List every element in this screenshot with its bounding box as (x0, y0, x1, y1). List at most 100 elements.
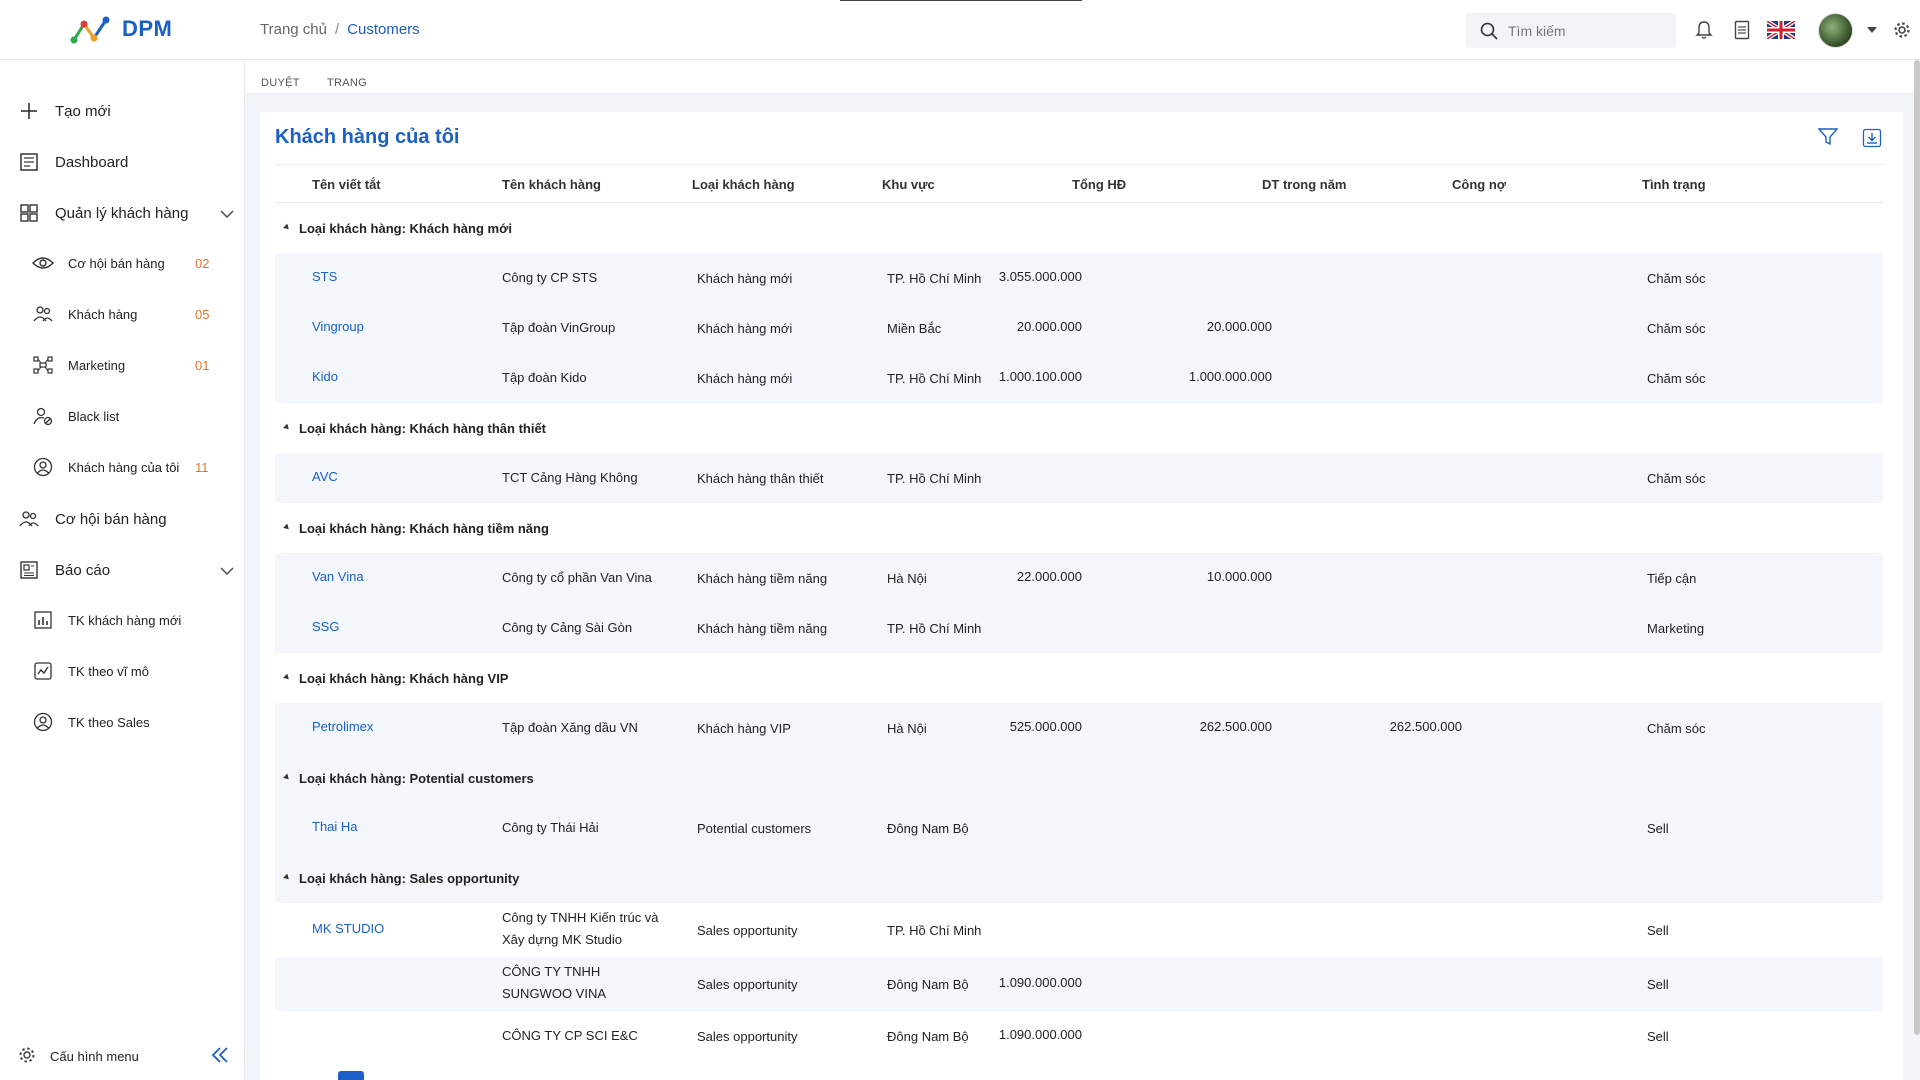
tab-approve[interactable]: DUYỆT (261, 77, 300, 89)
sidebar-subitem-report-sales[interactable]: TK theo Sales (0, 704, 245, 740)
sidebar-subitem-marketing[interactable]: Marketing 01 (0, 347, 245, 383)
app-logo[interactable]: DPM (70, 14, 172, 44)
cell-short-name[interactable]: Petrolimex (312, 716, 373, 738)
cell-customer-name: Công ty Thái Hải (502, 817, 599, 839)
gear-icon (18, 1046, 36, 1067)
collapse-sidebar-icon[interactable] (210, 1046, 230, 1067)
name-line: Công ty TNHH Kiến trúc và (502, 910, 659, 925)
breadcrumb-current[interactable]: Customers (347, 21, 420, 38)
table-row[interactable]: Van Vina Công ty cổ phần Van Vina Khách hà… (275, 553, 1883, 603)
sidebar-item-customer-management[interactable]: Quản lý khách hàng (0, 193, 245, 233)
sidebar-subitem-customers[interactable]: Khách hàng 05 (0, 296, 245, 332)
name-line: CÔNG TY TNHH (502, 964, 601, 979)
column-header[interactable]: Công nợ (1452, 177, 1506, 192)
chevron-down-icon[interactable] (220, 562, 234, 579)
document-icon[interactable] (1730, 18, 1754, 42)
user-circle-icon (32, 711, 54, 733)
bell-icon[interactable] (1692, 18, 1716, 42)
cell-total-contract: 22.000.000 (1016, 569, 1082, 584)
filter-icon[interactable] (1818, 128, 1838, 146)
cell-short-name[interactable]: Vingroup (312, 316, 364, 338)
column-header[interactable]: DT trong năm (1262, 177, 1347, 192)
sidebar-subitem-sales-opportunity[interactable]: Cơ hội bán hàng 02 (0, 245, 245, 281)
sidebar-subitem-black-list[interactable]: Black list (0, 398, 245, 434)
table-row[interactable]: AVC TCT Cảng Hàng Không Khách hàng thân th… (275, 453, 1883, 503)
cell-short-name[interactable]: Van Vina (312, 566, 364, 588)
uk-flag-icon[interactable] (1766, 18, 1796, 42)
cell-customer-name: CÔNG TY TNHH SUNGWOO VINA (502, 961, 606, 1005)
name-line: Xây dựng MK Studio (502, 932, 622, 947)
sidebar: Tạo mới Dashboard Quản lý khách hàng Cơ … (0, 60, 245, 1080)
cell-region: TP. Hồ Chí Minh (887, 923, 982, 938)
sidebar-item-reports[interactable]: Báo cáo (0, 550, 245, 590)
pagination-button[interactable] (338, 1071, 364, 1080)
collapse-triangle-icon[interactable] (283, 523, 291, 532)
group-header-row[interactable]: Loại khách hàng: Khách hàng VIP (275, 653, 1883, 703)
scrollbar[interactable] (1914, 60, 1920, 1035)
cell-customer-name: CÔNG TY CP SCI E&C (502, 1025, 638, 1047)
table-row[interactable]: SSG Công ty Cảng Sài Gòn Khách hàng tiềm n… (275, 603, 1883, 653)
main-content: DUYỆT TRANG Khách hàng của tôi Tên viết … (245, 60, 1920, 1080)
sidebar-subitem-report-macro[interactable]: TK theo vĩ mô (0, 653, 245, 689)
collapse-triangle-icon[interactable] (283, 673, 291, 682)
column-header[interactable]: Tên khách hàng (502, 177, 601, 192)
cell-short-name[interactable]: AVC (312, 466, 338, 488)
chevron-down-icon[interactable] (220, 205, 234, 222)
search-box[interactable] (1466, 13, 1676, 48)
group-header-row[interactable]: Loại khách hàng: Sales opportunity (275, 853, 1883, 903)
sidebar-item-sales-opportunity[interactable]: Cơ hội bán hàng (0, 499, 245, 539)
table-row[interactable]: STS Công ty CP STS Khách hàng mới TP. Hồ Ch… (275, 253, 1883, 303)
cell-short-name[interactable]: Thai Ha (312, 816, 358, 838)
menu-config[interactable]: Cấu hình menu (0, 1036, 245, 1076)
dashboard-icon (17, 150, 41, 174)
gear-icon[interactable] (1890, 18, 1914, 42)
table-row[interactable]: MK STUDIO Công ty TNHH Kiến trúc và Xây dự… (275, 903, 1883, 957)
table-row[interactable]: CÔNG TY CP SCI E&C Sales opportunity Đông … (275, 1011, 1883, 1061)
group-header-row[interactable]: Loại khách hàng: Potential customers (275, 753, 1883, 803)
table-row[interactable]: Petrolimex Tập đoàn Xăng dầu VN Khách hàng… (275, 703, 1883, 753)
table-row[interactable]: Vingroup Tập đoàn VinGroup Khách hàng mới M… (275, 303, 1883, 353)
cell-customer-type: Khách hàng tiềm năng (697, 621, 828, 636)
group-header-row[interactable]: Loại khách hàng: Khách hàng tiềm năng (275, 503, 1883, 553)
sidebar-item-label: Cơ hội bán hàng (55, 510, 167, 528)
collapse-triangle-icon[interactable] (283, 773, 291, 782)
download-icon[interactable] (1862, 128, 1882, 148)
sidebar-item-create[interactable]: Tạo mới (0, 91, 245, 131)
group-header-row[interactable]: Loại khách hàng: Khách hàng mới (275, 203, 1883, 253)
cell-customer-type: Khách hàng VIP (697, 721, 791, 736)
column-header[interactable]: Tổng HĐ (1072, 177, 1126, 192)
collapse-triangle-icon[interactable] (283, 873, 291, 882)
group-label: Loại khách hàng: Khách hàng VIP (299, 671, 508, 686)
eye-icon (32, 252, 54, 274)
sidebar-subitem-report-new-customers[interactable]: TK khách hàng mới (0, 602, 245, 638)
cell-short-name[interactable]: Kido (312, 366, 338, 388)
table-row[interactable]: Thai Ha Công ty Thái Hải Potential custome… (275, 803, 1883, 853)
column-header[interactable]: Tên viết tắt (312, 177, 381, 192)
sidebar-subitem-my-customers[interactable]: Khách hàng của tôi 11 (0, 449, 245, 485)
cell-yearly-revenue: 10.000.000 (1206, 569, 1272, 584)
tab-page[interactable]: TRANG (327, 77, 367, 89)
cell-short-name[interactable]: STS (312, 266, 337, 288)
cell-customer-type: Sales opportunity (697, 1029, 798, 1044)
avatar[interactable] (1818, 13, 1853, 48)
chart-icon (32, 609, 54, 631)
sidebar-subitem-label: Khách hàng (68, 306, 138, 322)
column-header[interactable]: Khu vực (882, 177, 935, 192)
search-input[interactable] (1508, 22, 1668, 39)
group-label: Loại khách hàng: Khách hàng tiềm năng (299, 521, 549, 536)
group-name: Khách hàng mới (409, 221, 512, 236)
name-line: Tập đoàn Xăng dầu VN (502, 720, 638, 735)
breadcrumb-home[interactable]: Trang chủ (260, 21, 327, 38)
group-header-row[interactable]: Loại khách hàng: Khách hàng thân thiết (275, 403, 1883, 453)
cell-short-name[interactable]: SSG (312, 616, 339, 638)
sidebar-item-dashboard[interactable]: Dashboard (0, 142, 245, 182)
group-prefix: Loại khách hàng: (299, 771, 410, 786)
collapse-triangle-icon[interactable] (283, 423, 291, 432)
table-row[interactable]: CÔNG TY TNHH SUNGWOO VINA Sales opportunit… (275, 957, 1883, 1011)
column-header[interactable]: Tình trạng (1642, 177, 1706, 192)
column-header[interactable]: Loại khách hàng (692, 177, 795, 192)
cell-short-name[interactable]: MK STUDIO (312, 918, 384, 940)
collapse-triangle-icon[interactable] (283, 223, 291, 232)
table-row[interactable]: Kido Tập đoàn Kido Khách hàng mới TP. Hồ Ch… (275, 353, 1883, 403)
chevron-down-icon[interactable] (1860, 18, 1884, 42)
